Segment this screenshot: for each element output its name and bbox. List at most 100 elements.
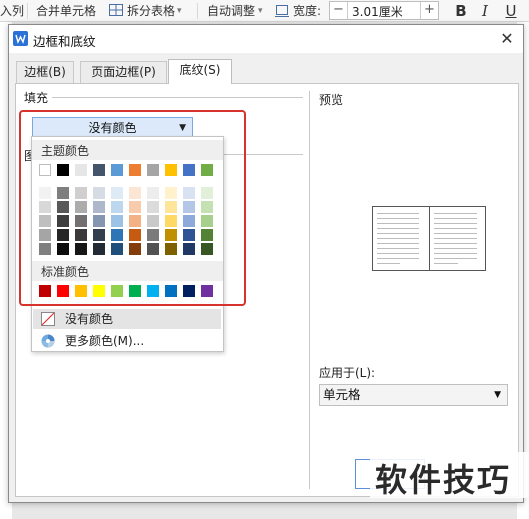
watermark: 软件技巧 <box>370 452 529 499</box>
color-wheel-icon <box>41 334 55 348</box>
theme-tint-swatch[interactable] <box>75 201 87 213</box>
standard-color-swatch[interactable] <box>75 285 87 297</box>
theme-tint-swatch[interactable] <box>75 243 87 255</box>
preview-text-line <box>377 223 419 224</box>
theme-tint-swatch[interactable] <box>39 243 51 255</box>
tab-page-borders[interactable]: 页面边框(P) <box>80 61 167 83</box>
merge-cells-button[interactable]: 合并单元格 <box>36 3 96 19</box>
italic-button[interactable]: I <box>476 2 494 20</box>
theme-color-swatch[interactable] <box>111 164 123 176</box>
theme-color-swatch[interactable] <box>147 164 159 176</box>
standard-color-swatch[interactable] <box>93 285 105 297</box>
theme-tint-swatch[interactable] <box>147 187 159 199</box>
width-value[interactable]: 3.01厘米 <box>352 3 403 20</box>
tab-borders[interactable]: 边框(B) <box>16 61 74 83</box>
split-table-button[interactable]: 拆分表格 <box>127 3 175 19</box>
theme-tint-swatch[interactable] <box>57 215 69 227</box>
theme-tint-swatch[interactable] <box>165 201 177 213</box>
theme-color-swatch[interactable] <box>93 164 105 176</box>
standard-color-swatch[interactable] <box>39 285 51 297</box>
theme-tint-swatch[interactable] <box>93 201 105 213</box>
theme-tint-swatch[interactable] <box>93 229 105 241</box>
theme-tint-swatch[interactable] <box>129 243 141 255</box>
no-color-option[interactable]: 没有颜色 <box>33 309 221 329</box>
theme-tint-swatch[interactable] <box>111 187 123 199</box>
standard-color-swatch[interactable] <box>57 285 69 297</box>
theme-tint-swatch[interactable] <box>111 229 123 241</box>
standard-color-swatch[interactable] <box>147 285 159 297</box>
theme-tint-swatch[interactable] <box>147 243 159 255</box>
theme-tint-swatch[interactable] <box>75 187 87 199</box>
theme-tint-swatch[interactable] <box>75 215 87 227</box>
theme-tint-swatch[interactable] <box>165 229 177 241</box>
theme-tint-swatch[interactable] <box>201 229 213 241</box>
toolbar-ribbon: 入列 合并单元格 拆分表格 ▾ 自动调整 ▾ 宽度: − 3.01厘米 + B … <box>0 0 529 22</box>
theme-tint-swatch[interactable] <box>57 243 69 255</box>
theme-tint-swatch[interactable] <box>201 201 213 213</box>
theme-tint-swatch[interactable] <box>165 187 177 199</box>
theme-tint-swatch[interactable] <box>147 229 159 241</box>
theme-color-swatch[interactable] <box>129 164 141 176</box>
theme-tint-swatch[interactable] <box>147 201 159 213</box>
theme-tint-swatch[interactable] <box>183 229 195 241</box>
tab-shading[interactable]: 底纹(S) <box>168 59 232 84</box>
auto-adjust-chevron-down-icon[interactable]: ▾ <box>258 3 263 19</box>
preview-text-line <box>377 263 401 264</box>
close-icon[interactable]: ✕ <box>495 27 519 51</box>
theme-tint-swatch[interactable] <box>93 187 105 199</box>
theme-tint-swatch[interactable] <box>165 215 177 227</box>
theme-color-swatch[interactable] <box>165 164 177 176</box>
theme-tint-swatch[interactable] <box>129 201 141 213</box>
standard-color-swatch[interactable] <box>183 285 195 297</box>
width-stepper[interactable]: − 3.01厘米 + <box>329 1 439 20</box>
theme-tint-swatch[interactable] <box>201 215 213 227</box>
theme-tint-swatch[interactable] <box>111 215 123 227</box>
theme-tint-swatch[interactable] <box>129 215 141 227</box>
theme-tint-swatch[interactable] <box>183 201 195 213</box>
theme-tint-swatch[interactable] <box>201 187 213 199</box>
standard-color-swatch[interactable] <box>165 285 177 297</box>
theme-tint-swatch[interactable] <box>75 229 87 241</box>
theme-color-swatch[interactable] <box>75 164 87 176</box>
standard-color-swatch[interactable] <box>201 285 213 297</box>
theme-tint-swatch[interactable] <box>57 201 69 213</box>
apply-to-select[interactable]: 单元格 ▼ <box>319 384 508 406</box>
theme-tint-swatch[interactable] <box>111 201 123 213</box>
theme-tint-swatch[interactable] <box>93 215 105 227</box>
theme-tint-swatch[interactable] <box>183 243 195 255</box>
standard-color-swatch[interactable] <box>111 285 123 297</box>
fill-group-line <box>49 97 303 98</box>
standard-color-swatch[interactable] <box>129 285 141 297</box>
theme-tint-swatch[interactable] <box>165 243 177 255</box>
theme-tint-swatch[interactable] <box>147 215 159 227</box>
width-increase-button[interactable]: + <box>420 2 438 19</box>
preview-text-line <box>377 213 419 214</box>
theme-tint-swatch[interactable] <box>39 187 51 199</box>
theme-tint-swatch[interactable] <box>57 229 69 241</box>
theme-tint-swatch[interactable] <box>39 229 51 241</box>
theme-color-swatch[interactable] <box>39 164 51 176</box>
theme-tint-swatch[interactable] <box>93 243 105 255</box>
theme-color-swatch[interactable] <box>201 164 213 176</box>
theme-color-swatch[interactable] <box>183 164 195 176</box>
theme-tint-swatch[interactable] <box>57 187 69 199</box>
theme-tint-swatch[interactable] <box>39 215 51 227</box>
theme-tint-swatch[interactable] <box>183 215 195 227</box>
theme-tint-swatch[interactable] <box>183 187 195 199</box>
split-table-chevron-down-icon[interactable]: ▾ <box>177 3 182 19</box>
more-colors-option[interactable]: 更多颜色(M)... <box>33 331 221 351</box>
bold-button[interactable]: B <box>452 2 470 20</box>
preview-text-line <box>434 253 477 254</box>
theme-color-swatch[interactable] <box>57 164 69 176</box>
insert-column-text[interactable]: 入列 <box>0 3 24 19</box>
auto-adjust-button[interactable]: 自动调整 <box>207 3 255 19</box>
theme-tint-swatch[interactable] <box>129 229 141 241</box>
theme-tint-swatch[interactable] <box>111 243 123 255</box>
theme-tint-swatch[interactable] <box>129 187 141 199</box>
width-decrease-button[interactable]: − <box>330 2 348 19</box>
underline-button[interactable]: U <box>502 2 520 20</box>
preview-text-line <box>377 253 419 254</box>
width-icon <box>274 2 290 18</box>
theme-tint-swatch[interactable] <box>39 201 51 213</box>
theme-tint-swatch[interactable] <box>201 243 213 255</box>
